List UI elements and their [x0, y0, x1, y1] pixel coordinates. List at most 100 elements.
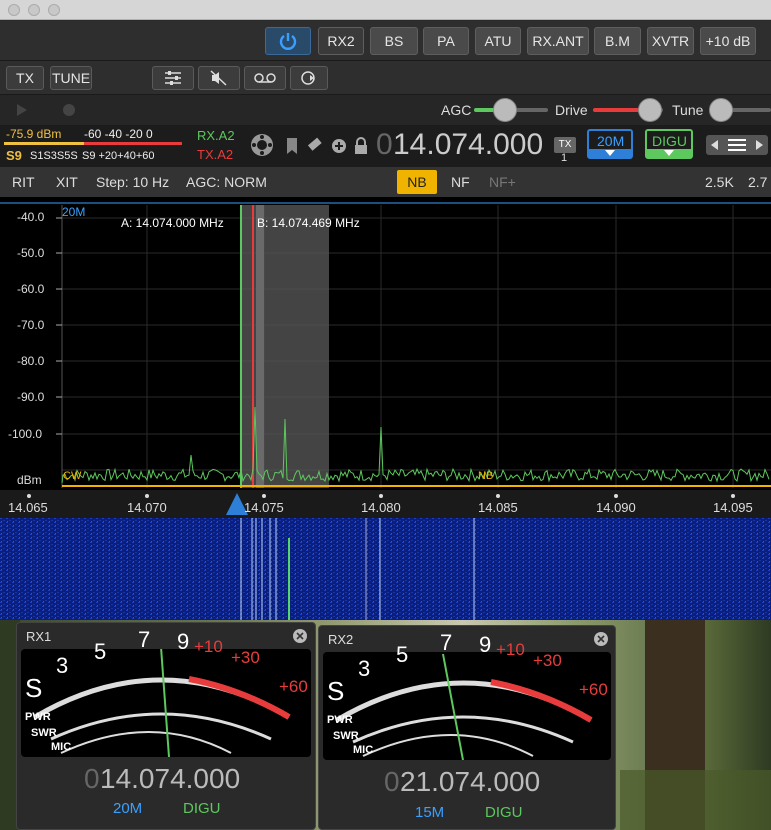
- frequency-scale[interactable]: 14.065 14.070 14.075 14.080 14.085 14.09…: [0, 490, 771, 518]
- band-selector[interactable]: 20M: [587, 129, 633, 159]
- s9-readout: S9: [6, 148, 22, 163]
- mic-label: MIC: [353, 744, 374, 756]
- xit-button[interactable]: XIT: [56, 174, 78, 190]
- tune-button[interactable]: TUNE: [50, 66, 92, 90]
- rx1-frequency[interactable]: 14.074.000: [100, 763, 240, 795]
- drive-slider-knob[interactable]: [638, 98, 662, 122]
- eraser-icon[interactable]: [306, 137, 324, 155]
- rx1-meter-panel: RX1 S 3 5 7 9 +10 +30 +60 PWR SWR MIC 0 …: [16, 622, 316, 830]
- rx2-title: RX2: [328, 632, 354, 647]
- secondary-toolbar: TX TUNE: [0, 61, 771, 95]
- xvtr-button[interactable]: XVTR: [647, 27, 694, 55]
- tune-slider-knob[interactable]: [709, 98, 733, 122]
- play-icon[interactable]: [14, 102, 30, 118]
- rx1-freq-lead: 0: [84, 763, 100, 794]
- lock-icon[interactable]: [354, 137, 368, 155]
- freq-tick-label: 14.095: [713, 500, 753, 515]
- mini-scale-top: -60 -40 -20 0: [84, 127, 153, 141]
- bookmark-icon[interactable]: [286, 137, 298, 155]
- s9-label: 9: [177, 629, 190, 654]
- s5-label: 5: [396, 642, 409, 667]
- zoom-window-button[interactable]: [48, 4, 60, 16]
- gain-button[interactable]: +10 dB: [700, 27, 756, 55]
- db-unit-label: dBm: [17, 473, 42, 487]
- rx2-button[interactable]: RX2: [318, 27, 364, 55]
- vfo-frequency[interactable]: 14.074.000: [393, 128, 543, 162]
- equalizer-button[interactable]: [152, 66, 194, 90]
- db-label: -100.0: [8, 427, 43, 441]
- mute-button[interactable]: [198, 66, 240, 90]
- s3-label: 3: [358, 656, 371, 681]
- pa-button[interactable]: PA: [423, 27, 469, 55]
- playback-button[interactable]: [290, 66, 328, 90]
- rx2-freq-lead: 0: [384, 766, 400, 797]
- s9-label: 9: [479, 632, 492, 657]
- rx1-mode[interactable]: DIGU: [183, 800, 221, 817]
- bm-button[interactable]: B.M: [594, 27, 641, 55]
- pwr-label: PWR: [327, 714, 353, 726]
- nf-button[interactable]: NF: [451, 174, 470, 190]
- chevron-right-icon[interactable]: [756, 140, 764, 150]
- menu-icon[interactable]: [728, 139, 746, 151]
- freq-tick-label: 14.070: [127, 500, 167, 515]
- mode-selector[interactable]: DIGU: [645, 129, 693, 159]
- chevron-left-icon[interactable]: [711, 140, 719, 150]
- plus-circle-icon[interactable]: [331, 138, 347, 154]
- panadapter[interactable]: 20M A: 14.074.000 MHz B: 14.074.469 MHz …: [0, 197, 771, 490]
- tx-badge: TX: [554, 137, 576, 153]
- window-titlebar: [0, 0, 771, 20]
- tx-antenna: TX.A2: [197, 147, 234, 162]
- agc-mode[interactable]: AGC: NORM: [186, 174, 267, 190]
- nb-button[interactable]: NB: [397, 170, 437, 194]
- gear-icon[interactable]: [248, 131, 276, 159]
- band-label: 20M: [597, 133, 625, 149]
- vfo-freq-lead[interactable]: 0: [376, 128, 393, 162]
- step-setting[interactable]: Step: 10 Hz: [96, 174, 169, 190]
- bandwidth-2-5k[interactable]: 2.5K: [705, 174, 734, 190]
- plus30-label: +30: [231, 648, 260, 667]
- close-icon[interactable]: [292, 628, 308, 644]
- rx2-s-meter: S 3 5 7 9 +10 +30 +60 PWR SWR MIC: [323, 630, 611, 761]
- drive-label: Drive: [555, 102, 588, 118]
- s3-label: 3: [56, 653, 69, 678]
- rx1-band[interactable]: 20M: [113, 800, 142, 817]
- s7-label: 7: [138, 627, 151, 652]
- bandwidth-2-7k[interactable]: 2.7: [748, 174, 767, 190]
- marker-b-label: B: 14.074.469 MHz: [257, 216, 360, 230]
- rx-ant-button[interactable]: RX.ANT: [527, 27, 589, 55]
- record-dot-icon[interactable]: [61, 102, 77, 118]
- rit-button[interactable]: RIT: [12, 174, 35, 190]
- bs-button[interactable]: BS: [370, 27, 418, 55]
- cw-marker: CW: [63, 470, 82, 482]
- swr-label: SWR: [31, 727, 57, 739]
- control-strip: AGC Drive Tune: [0, 95, 771, 125]
- voicemail-icon: [254, 73, 276, 83]
- db-label: -40.0: [17, 210, 45, 224]
- rx1-s-meter: S 3 5 7 9 +10 +30 +60 PWR SWR MIC: [21, 627, 311, 758]
- rx2-frequency[interactable]: 21.074.000: [400, 766, 540, 798]
- rx2-mode[interactable]: DIGU: [485, 804, 523, 821]
- nf-plus-button[interactable]: NF+: [489, 174, 516, 190]
- rx2-band[interactable]: 15M: [415, 804, 444, 821]
- db-label: -90.0: [17, 390, 45, 404]
- swr-label: SWR: [333, 730, 359, 742]
- panadapter-display: [0, 202, 771, 488]
- s-meter-fill: [4, 142, 84, 145]
- slice-nav[interactable]: [706, 135, 768, 155]
- tx-button[interactable]: TX: [6, 66, 44, 90]
- arrow-circle-icon: [301, 71, 315, 85]
- pwr-label: PWR: [25, 711, 51, 723]
- atu-button[interactable]: ATU: [475, 27, 521, 55]
- freq-tick-label: 14.080: [361, 500, 401, 515]
- close-window-button[interactable]: [8, 4, 20, 16]
- waterfall[interactable]: [0, 518, 771, 620]
- close-icon[interactable]: [593, 631, 609, 647]
- power-button[interactable]: [265, 27, 311, 55]
- db-label: -60.0: [17, 282, 45, 296]
- freq-tick-label: 14.085: [478, 500, 518, 515]
- record-button[interactable]: [244, 66, 286, 90]
- agc-slider-knob[interactable]: [493, 98, 517, 122]
- rx1-title: RX1: [26, 629, 52, 644]
- freq-tick-label: 14.090: [596, 500, 636, 515]
- minimize-window-button[interactable]: [28, 4, 40, 16]
